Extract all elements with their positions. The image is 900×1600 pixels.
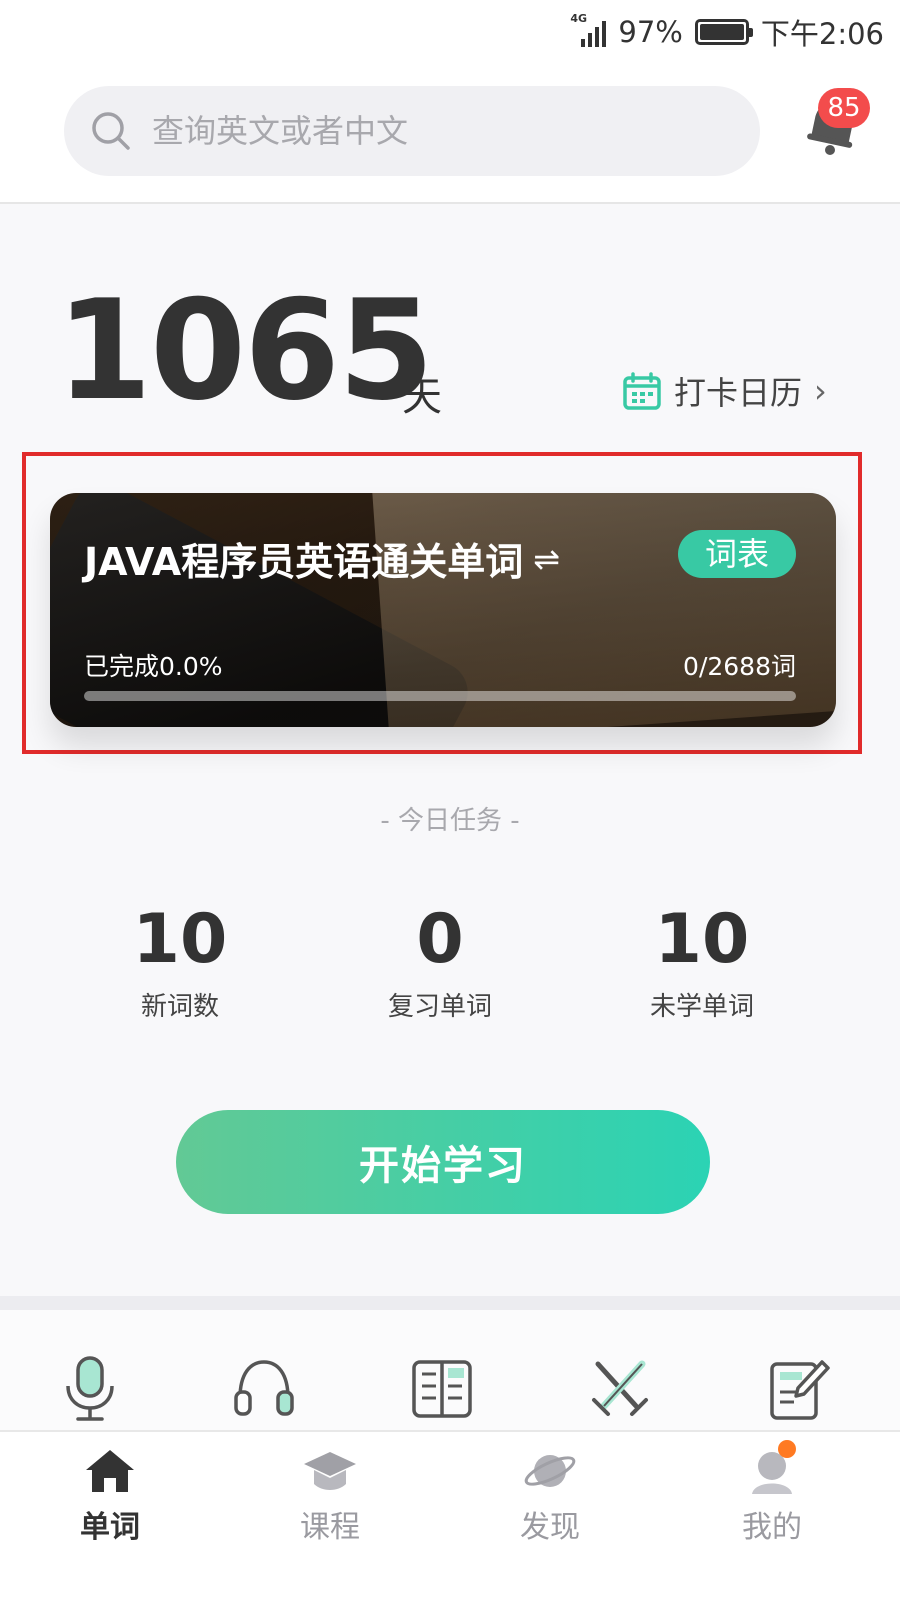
stat-label: 未学单词	[649, 992, 754, 1022]
book-reader-icon[interactable]	[410, 1354, 474, 1424]
notepad-edit-icon[interactable]	[768, 1354, 832, 1424]
bottom-tab-bar: 单词 课程 发现 我的	[0, 1430, 900, 1600]
signal-icon: 4G	[570, 13, 607, 49]
stat-new-words: 10 新词数	[80, 900, 280, 1023]
progress-bar	[84, 691, 796, 701]
stat-unlearned-words: 10 未学单词	[602, 900, 802, 1023]
status-indicators: 4G 97% 下午2:06	[570, 12, 884, 52]
top-header: 85	[0, 64, 900, 204]
calendar-label: 打卡日历	[674, 374, 803, 412]
stat-label: 新词数	[140, 992, 219, 1022]
headphones-icon[interactable]	[232, 1354, 296, 1424]
streak-unit: 天	[402, 374, 442, 420]
today-task-title: - 今日任务 -	[380, 806, 520, 836]
tab-me[interactable]: 我的	[712, 1446, 832, 1546]
section-divider	[0, 1296, 900, 1310]
current-book-card[interactable]: JAVA程序员英语通关单词 ⇌ 词表 已完成0.0% 0/2688词	[50, 493, 836, 727]
tab-words[interactable]: 单词	[50, 1446, 170, 1546]
tab-label: 单词	[80, 1510, 140, 1545]
clock: 下午2:06	[760, 17, 884, 51]
tab-label: 课程	[300, 1510, 360, 1545]
graduation-cap-icon	[304, 1452, 356, 1490]
completion-text: 已完成0.0%	[84, 652, 223, 681]
unread-dot	[778, 1440, 796, 1458]
battery-icon	[694, 19, 753, 45]
start-learning-button[interactable]: 开始学习	[176, 1110, 710, 1214]
search-bar[interactable]	[64, 86, 760, 176]
notification-badge: 85	[818, 88, 870, 128]
tab-label: 发现	[520, 1510, 580, 1545]
wordlist-button[interactable]: 词表	[678, 530, 796, 578]
stat-label: 复习单词	[387, 992, 492, 1022]
planet-icon	[524, 1455, 576, 1487]
stat-review-words: 0 复习单词	[340, 900, 540, 1023]
search-input[interactable]	[152, 86, 732, 176]
word-count-text: 0/2688词	[683, 652, 796, 681]
swap-icon[interactable]: ⇌	[533, 540, 560, 578]
home-icon	[86, 1450, 134, 1492]
chevron-right-icon: ›	[814, 372, 827, 410]
stat-value: 0	[416, 900, 464, 979]
book-title: JAVA程序员英语通关单词	[84, 540, 524, 584]
status-bar: 4G 97% 下午2:06	[0, 0, 900, 64]
tab-label: 我的	[742, 1510, 802, 1545]
microphone-icon[interactable]	[58, 1354, 122, 1424]
streak-days: 1065	[56, 270, 434, 431]
battery-percent: 97%	[618, 15, 683, 49]
search-icon	[92, 112, 130, 150]
tool-shortcuts	[0, 1310, 900, 1430]
book-title-row[interactable]: JAVA程序员英语通关单词 ⇌	[84, 531, 560, 586]
checkin-calendar-link[interactable]: 打卡日历 ›	[622, 368, 827, 414]
stat-value: 10	[654, 900, 750, 979]
tab-discover[interactable]: 发现	[490, 1446, 610, 1546]
tab-courses[interactable]: 课程	[270, 1446, 390, 1546]
calendar-icon	[623, 372, 661, 410]
stat-value: 10	[132, 900, 228, 979]
battle-swords-icon[interactable]	[588, 1354, 652, 1424]
